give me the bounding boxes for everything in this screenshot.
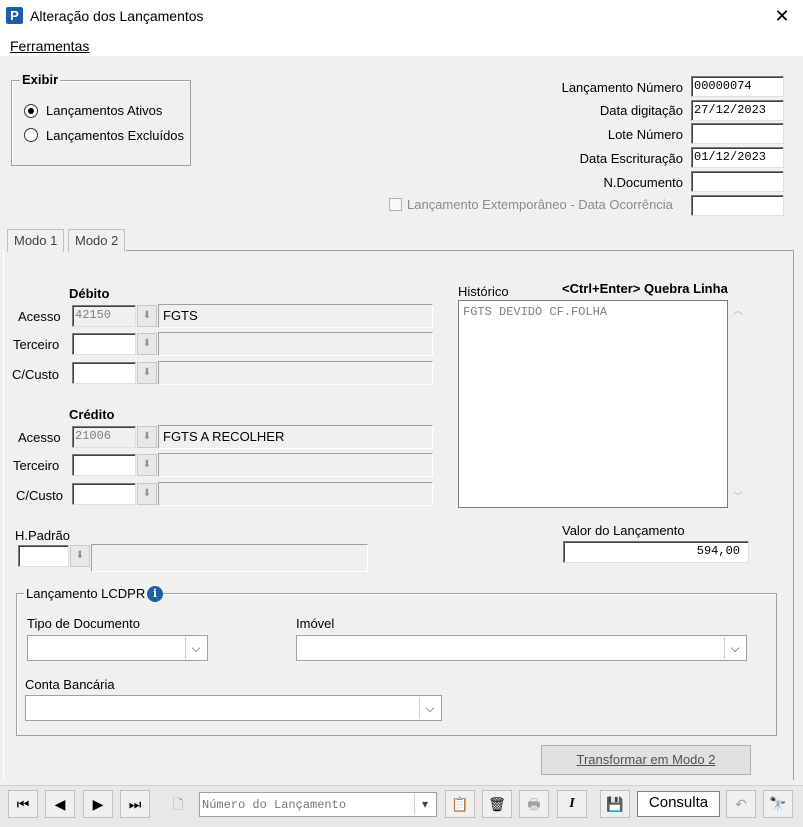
- debito-custo-label: C/Custo: [12, 367, 59, 382]
- first-record-icon[interactable]: ⏮: [8, 790, 38, 818]
- radio-label-ativos: Lançamentos Ativos: [46, 103, 163, 118]
- credito-acesso-lookup-icon[interactable]: ⬇: [137, 426, 157, 448]
- close-icon[interactable]: ✕: [768, 4, 796, 28]
- tab-panel-left-border: [3, 250, 4, 780]
- save-icon[interactable]: 💾: [600, 790, 630, 818]
- debito-terceiro-lookup-icon[interactable]: ⬇: [137, 333, 157, 355]
- scroll-up-icon[interactable]: ︿: [733, 302, 743, 317]
- chevron-down-icon[interactable]: ▾: [414, 794, 435, 815]
- menu-bar: [0, 34, 803, 56]
- radio-lancamentos-excluidos[interactable]: [24, 128, 38, 142]
- credito-custo-label: C/Custo: [16, 488, 63, 503]
- menu-ferramentas[interactable]: Ferramentas: [10, 38, 89, 54]
- h-padrao-code[interactable]: [18, 545, 69, 567]
- debito-acesso-lookup-icon[interactable]: ⬇: [137, 305, 157, 327]
- h-padrao-desc: [91, 544, 368, 572]
- lancamento-numero-field[interactable]: 00000074: [691, 76, 784, 97]
- data-escrituracao-field[interactable]: 01/12/2023: [691, 147, 784, 168]
- data-ocorrencia-field[interactable]: [691, 195, 784, 216]
- label-data-digitacao: Data digitação: [599, 103, 683, 118]
- search-dropdown[interactable]: ▾: [199, 792, 437, 817]
- imovel-select[interactable]: ⌵: [296, 635, 747, 661]
- label-lote-numero: Lote Número: [607, 127, 683, 142]
- delete-icon[interactable]: 🗑: [482, 790, 512, 818]
- conta-bancaria-select[interactable]: ⌵: [25, 695, 442, 721]
- conta-bancaria-label: Conta Bancária: [25, 677, 115, 692]
- binoculars-icon[interactable]: 🔭: [763, 790, 793, 818]
- last-record-icon[interactable]: ⏭: [120, 790, 150, 818]
- exibir-title: Exibir: [20, 72, 61, 87]
- radio-lancamentos-ativos[interactable]: [24, 104, 38, 118]
- historico-label: Histórico: [458, 284, 509, 299]
- debito-acesso-desc: FGTS: [158, 304, 433, 328]
- extemporaneo-checkbox[interactable]: [389, 198, 402, 211]
- undo-icon[interactable]: ↶: [726, 790, 756, 818]
- credito-terceiro-label: Terceiro: [13, 458, 60, 473]
- debito-acesso-code[interactable]: 42150: [72, 305, 136, 327]
- debito-custo-desc: [158, 361, 433, 385]
- lcdpr-title: Lançamento LCDPR: [24, 586, 148, 601]
- chevron-down-icon[interactable]: ⌵: [419, 697, 440, 719]
- tab-modo-1[interactable]: Modo 1: [7, 229, 65, 252]
- credito-custo-desc: [158, 482, 433, 506]
- tipo-documento-select[interactable]: ⌵: [27, 635, 208, 661]
- export-icon[interactable]: 📋: [445, 790, 475, 818]
- credito-terceiro-desc: [158, 453, 433, 477]
- label-n-documento: N.Documento: [603, 175, 683, 190]
- prev-record-icon[interactable]: ◀: [45, 790, 75, 818]
- credito-acesso-desc: FGTS A RECOLHER: [158, 425, 433, 449]
- chevron-down-icon[interactable]: ⌵: [185, 637, 206, 659]
- new-document-icon[interactable]: 🗋: [163, 790, 193, 818]
- credito-custo-lookup-icon[interactable]: ⬇: [137, 483, 157, 505]
- debito-terceiro-desc: [158, 332, 433, 356]
- window-title: Alteração dos Lançamentos: [30, 8, 204, 24]
- app-icon: P: [6, 7, 23, 24]
- exibir-group: [11, 80, 191, 166]
- historico-scrollbar[interactable]: ︿ ﹀: [728, 300, 748, 508]
- historico-hint: <Ctrl+Enter> Quebra Linha: [562, 281, 728, 296]
- historico-textarea[interactable]: FGTS DEVIDO CF.FOLHA: [458, 300, 728, 508]
- credito-custo-code[interactable]: [72, 483, 136, 505]
- debito-acesso-label: Acesso: [18, 309, 61, 324]
- tipo-documento-label: Tipo de Documento: [27, 616, 140, 631]
- debito-custo-lookup-icon[interactable]: ⬇: [137, 362, 157, 384]
- tab-modo-2[interactable]: Modo 2: [68, 229, 126, 252]
- h-padrao-label: H.Padrão: [15, 528, 70, 543]
- search-input[interactable]: [200, 793, 414, 816]
- n-documento-field[interactable]: [691, 171, 784, 192]
- debito-title: Débito: [69, 286, 110, 301]
- print-icon[interactable]: 🖶: [519, 790, 549, 818]
- label-data-escrituracao: Data Escrituração: [579, 151, 683, 166]
- label-extemporaneo: Lançamento Extemporâneo - Data Ocorrênci…: [407, 197, 673, 212]
- credito-terceiro-code[interactable]: [72, 454, 136, 476]
- tab-panel-right-border: [793, 250, 794, 780]
- credito-acesso-code[interactable]: 21006: [72, 426, 136, 448]
- chevron-down-icon[interactable]: ⌵: [724, 637, 745, 659]
- info-icon[interactable]: i: [147, 586, 163, 602]
- radio-label-excluidos: Lançamentos Excluídos: [46, 128, 185, 143]
- debito-terceiro-code[interactable]: [72, 333, 136, 355]
- debito-custo-code[interactable]: [72, 362, 136, 384]
- data-digitacao-field[interactable]: 27/12/2023: [691, 100, 784, 121]
- next-record-icon[interactable]: ▶: [83, 790, 113, 818]
- imovel-label: Imóvel: [296, 616, 335, 631]
- italic-icon[interactable]: I: [557, 790, 587, 818]
- valor-field[interactable]: 594,00: [563, 541, 749, 563]
- debito-terceiro-label: Terceiro: [13, 337, 60, 352]
- scroll-down-icon[interactable]: ﹀: [733, 488, 743, 503]
- credito-terceiro-lookup-icon[interactable]: ⬇: [137, 454, 157, 476]
- credito-title: Crédito: [69, 407, 115, 422]
- valor-label: Valor do Lançamento: [562, 523, 685, 538]
- h-padrao-lookup-icon[interactable]: ⬇: [70, 545, 90, 567]
- credito-acesso-label: Acesso: [18, 430, 61, 445]
- label-lancamento-numero: Lançamento Número: [561, 80, 683, 95]
- lote-numero-field[interactable]: [691, 123, 784, 144]
- tab-panel-top-border: [126, 250, 794, 251]
- mode-indicator: Consulta: [637, 791, 720, 817]
- transformar-modo-2-button[interactable]: Transformar em Modo 2: [541, 745, 751, 775]
